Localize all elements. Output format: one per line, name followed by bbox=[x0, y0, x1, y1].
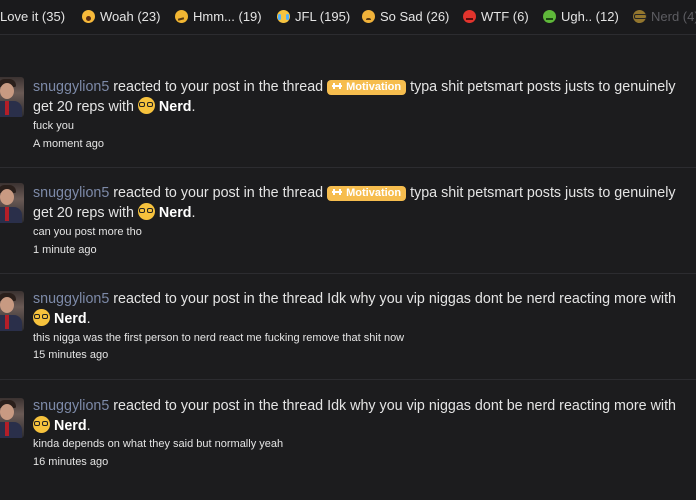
tab-label: WTF (6) bbox=[481, 9, 529, 24]
tab-label: JFL (195) bbox=[295, 9, 351, 24]
timestamp[interactable]: 16 minutes ago bbox=[33, 456, 108, 468]
tab-so-sad[interactable]: So Sad (26) bbox=[362, 0, 449, 34]
post-snippet: this nigga was the first person to nerd … bbox=[33, 332, 405, 344]
avatar[interactable] bbox=[0, 183, 24, 223]
post-snippet: fuck you bbox=[33, 120, 74, 132]
timestamp[interactable]: A moment ago bbox=[33, 138, 104, 150]
notification-text: snuggylion5 reacted to your post in the … bbox=[33, 185, 676, 221]
tab-label: So Sad (26) bbox=[380, 9, 450, 24]
notification-text: snuggylion5 reacted to your post in the … bbox=[33, 79, 676, 115]
thread-title-link[interactable]: Idk why you vip niggas dont be nerd reac… bbox=[327, 398, 676, 414]
reaction-tabs: Love it (35) Woah (23) Hmm... (19) JFL (… bbox=[0, 0, 696, 35]
notification-item[interactable]: snuggylion5 reacted to your post in the … bbox=[0, 381, 696, 486]
reaction-name: Nerd bbox=[158, 205, 192, 221]
nerd-emoji-icon bbox=[137, 203, 155, 220]
jfl-emoji-icon bbox=[277, 10, 290, 23]
woah-emoji-icon bbox=[82, 10, 95, 23]
post-snippet: kinda depends on what they said but norm… bbox=[33, 438, 284, 450]
dumbbell-icon bbox=[332, 189, 343, 196]
nerd-emoji-icon bbox=[137, 97, 155, 114]
tab-hmm[interactable]: Hmm... (19) bbox=[175, 0, 262, 34]
reaction-name: Nerd bbox=[54, 311, 87, 327]
avatar[interactable] bbox=[0, 291, 24, 331]
tab-label: Hmm... (19) bbox=[193, 9, 262, 24]
username-link[interactable]: snuggylion5 bbox=[33, 79, 109, 95]
prefix-label: Motivation bbox=[346, 187, 402, 199]
notification-item[interactable]: snuggylion5 reacted to your post in the … bbox=[0, 168, 696, 274]
thread-prefix-badge[interactable]: Motivation bbox=[327, 80, 407, 95]
thread-title-link[interactable]: Idk why you vip niggas dont be nerd reac… bbox=[327, 291, 676, 307]
timestamp[interactable]: 1 minute ago bbox=[33, 244, 97, 256]
thread-prefix-badge[interactable]: Motivation bbox=[327, 186, 407, 201]
tab-ugh[interactable]: Ugh.. (12) bbox=[543, 0, 619, 34]
tab-label: Woah (23) bbox=[100, 9, 161, 24]
avatar[interactable] bbox=[0, 398, 24, 438]
action-text: reacted to your post in the thread bbox=[113, 398, 324, 414]
nerd-emoji-icon bbox=[33, 416, 50, 433]
tab-wtf[interactable]: WTF (6) bbox=[463, 0, 529, 34]
wtf-emoji-icon bbox=[463, 10, 476, 23]
tab-love-it[interactable]: Love it (35) bbox=[0, 0, 65, 34]
notification-text: snuggylion5 reacted to your post in the … bbox=[33, 398, 676, 434]
username-link[interactable]: snuggylion5 bbox=[33, 185, 109, 201]
tab-label: Love it (35) bbox=[0, 9, 66, 24]
notification-text: snuggylion5 reacted to your post in the … bbox=[33, 291, 676, 327]
hmm-emoji-icon bbox=[175, 10, 188, 23]
prefix-label: Motivation bbox=[346, 81, 402, 93]
notification-item[interactable]: snuggylion5 reacted to your post in the … bbox=[0, 274, 696, 380]
ugh-emoji-icon bbox=[543, 10, 556, 23]
reaction-name: Nerd bbox=[54, 418, 87, 434]
tab-label: Nerd (4) bbox=[651, 9, 696, 24]
username-link[interactable]: snuggylion5 bbox=[33, 398, 109, 414]
username-link[interactable]: snuggylion5 bbox=[33, 291, 109, 307]
dumbbell-icon bbox=[332, 83, 343, 90]
tab-jfl[interactable]: JFL (195) bbox=[277, 0, 350, 34]
nerd-emoji-icon bbox=[633, 10, 647, 23]
so-sad-emoji-icon bbox=[362, 10, 375, 23]
action-text: reacted to your post in the thread bbox=[113, 185, 324, 201]
reaction-name: Nerd bbox=[158, 99, 192, 115]
action-text: reacted to your post in the thread bbox=[113, 79, 324, 95]
nerd-emoji-icon bbox=[33, 309, 50, 326]
action-text: reacted to your post in the thread bbox=[113, 291, 324, 307]
tab-label: Ugh.. (12) bbox=[561, 9, 619, 24]
tab-woah[interactable]: Woah (23) bbox=[82, 0, 160, 34]
notification-item[interactable]: snuggylion5 reacted to your post in the … bbox=[0, 62, 696, 168]
timestamp[interactable]: 15 minutes ago bbox=[33, 349, 108, 361]
post-snippet: can you post more tho bbox=[33, 226, 142, 238]
avatar[interactable] bbox=[0, 77, 24, 117]
tab-nerd[interactable]: Nerd (4) bbox=[633, 0, 696, 34]
